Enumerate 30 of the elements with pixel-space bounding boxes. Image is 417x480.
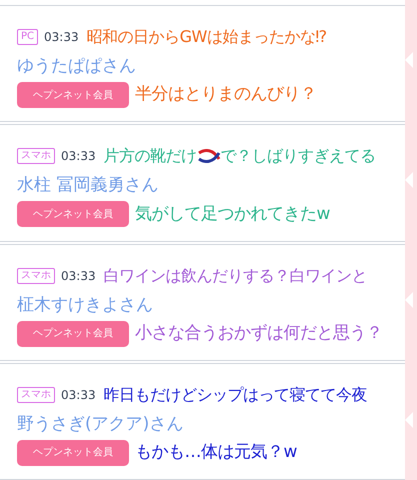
user-name[interactable]: 野うさぎ(アクア)さん	[17, 412, 184, 436]
handwritten-caption: 半分はとりまのんびり？	[135, 83, 316, 106]
handwritten-caption: 白ワインは飲んだりする？白ワインと	[104, 264, 368, 286]
member-badge: ヘプンネット会員	[17, 201, 129, 228]
handwritten-caption: 小さな合うおかずは何だと思う？	[135, 322, 382, 345]
post-time: 03:33	[61, 148, 96, 166]
arrow-icon[interactable]	[405, 172, 413, 188]
handwritten-caption: もかも…体は元気？w	[135, 441, 297, 464]
handwritten-caption: 片方の靴だけ	[104, 145, 197, 168]
arrow-icon[interactable]	[405, 292, 413, 308]
handwritten-caption: 気がして足つかれてきたw	[135, 202, 330, 226]
user-name[interactable]: ゆうたぱぱさん	[17, 54, 136, 78]
arrow-icon[interactable]	[405, 412, 413, 428]
member-badge: ヘプンネット会員	[17, 82, 129, 108]
post-time: 03:33	[61, 386, 96, 404]
device-tag: スマホ	[17, 268, 55, 284]
handwritten-caption: 昭和の日からGWは始まったかな⁉	[86, 26, 327, 48]
post-time: 03:33	[44, 29, 79, 46]
member-badge: ヘプンネット会員	[17, 320, 129, 346]
arrow-icon[interactable]	[405, 52, 413, 68]
user-name[interactable]: 水柱 冨岡義勇さん	[17, 173, 158, 198]
device-tag: スマホ	[17, 148, 55, 164]
user-name[interactable]: 柾木すけきよさん	[17, 292, 153, 316]
member-badge: ヘプンネット会員	[17, 440, 129, 466]
handwritten-caption: で？しばりすぎえてる	[220, 145, 376, 168]
knot-icon	[196, 149, 221, 164]
device-tag: スマホ	[17, 386, 55, 403]
handwritten-caption: 昨日もだけどシップはって寝てて今夜	[104, 384, 368, 406]
device-tag: PC	[17, 29, 38, 45]
post-time: 03:33	[61, 268, 96, 284]
